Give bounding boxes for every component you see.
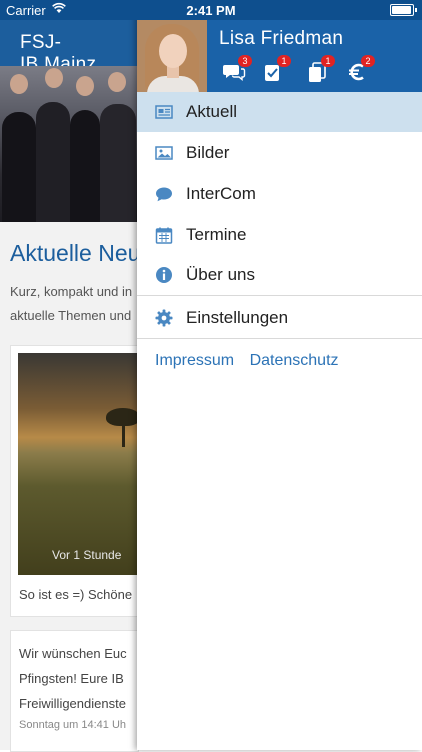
- app-header: FSJ-IB.Mainz: [0, 20, 137, 75]
- post-text-line: Freiwilligendienste: [19, 696, 126, 711]
- user-name: Lisa Friedman: [219, 28, 344, 49]
- post-text-line: Wir wünschen Euc: [19, 646, 127, 661]
- menu-item-label: Einstellungen: [186, 308, 289, 327]
- payments-badge: 2: [361, 55, 375, 67]
- datenschutz-link[interactable]: Datenschutz: [250, 352, 339, 369]
- footer-links: Impressum Datenschutz: [155, 352, 350, 370]
- intro-line: Kurz, kompakt und in: [10, 284, 133, 299]
- post-time: Vor 1 Stunde: [52, 548, 122, 562]
- payments-button[interactable]: 2: [345, 55, 375, 84]
- menu-item-intercom[interactable]: InterCom: [137, 174, 422, 214]
- menu-item-einstellungen[interactable]: Einstellungen: [137, 298, 422, 338]
- documents-badge: 1: [321, 55, 335, 67]
- post-time: Sonntag um 14:41 Uh: [19, 719, 127, 731]
- battery-icon: [390, 4, 417, 16]
- impressum-link[interactable]: Impressum: [155, 352, 234, 369]
- avatar[interactable]: [137, 20, 207, 92]
- image-icon: [155, 146, 173, 160]
- tasks-button[interactable]: 1: [261, 55, 291, 84]
- news-post-card[interactable]: Vor 1 Stunde So ist es =) Schöne: [10, 345, 139, 617]
- post-text: Wir wünschen Euc Pfingsten! Eure IB Frei…: [19, 641, 127, 716]
- messages-badge: 3: [238, 55, 252, 67]
- chat-bubble-icon: [156, 187, 172, 202]
- menu-item-bilder[interactable]: Bilder: [137, 133, 422, 173]
- menu-item-label: Aktuell: [186, 102, 238, 121]
- tasks-badge: 1: [277, 55, 291, 67]
- intro-line: aktuelle Themen und: [10, 308, 132, 323]
- calendar-icon: [155, 227, 173, 244]
- menu-item-ueber-uns[interactable]: Über uns: [137, 255, 422, 295]
- status-bar: Carrier 2:41 PM: [0, 0, 422, 20]
- post-text-line: Pfingsten! Eure IB: [19, 671, 124, 686]
- menu-divider: [137, 295, 422, 296]
- menu-divider: [137, 338, 422, 339]
- messages-button[interactable]: 3: [222, 55, 252, 84]
- navigation-drawer: Lisa Friedman 3 1 1 2 Aktuell Bilder Int…: [137, 0, 422, 750]
- menu-item-label: Über uns: [186, 265, 255, 284]
- news-intro: Kurz, kompakt und in aktuelle Themen und: [10, 280, 137, 328]
- menu-item-aktuell[interactable]: Aktuell: [137, 92, 422, 132]
- profile-header: Lisa Friedman 3 1 1 2: [137, 20, 422, 92]
- newspaper-icon: [155, 105, 173, 119]
- gear-icon: [155, 309, 173, 327]
- menu-item-label: InterCom: [186, 184, 256, 203]
- post-caption: So ist es =) Schöne: [19, 587, 133, 602]
- menu-item-termine[interactable]: Termine: [137, 215, 422, 255]
- menu-item-label: Bilder: [186, 143, 230, 162]
- clock: 2:41 PM: [186, 3, 236, 18]
- info-icon: [156, 267, 172, 283]
- documents-button[interactable]: 1: [305, 55, 335, 84]
- menu-item-label: Termine: [186, 225, 247, 244]
- post-image: Vor 1 Stunde: [18, 353, 138, 575]
- header-group-photo: [0, 66, 137, 222]
- news-post-card[interactable]: Wir wünschen Euc Pfingsten! Eure IB Frei…: [10, 630, 139, 752]
- news-heading: Aktuelle Neu: [10, 240, 141, 266]
